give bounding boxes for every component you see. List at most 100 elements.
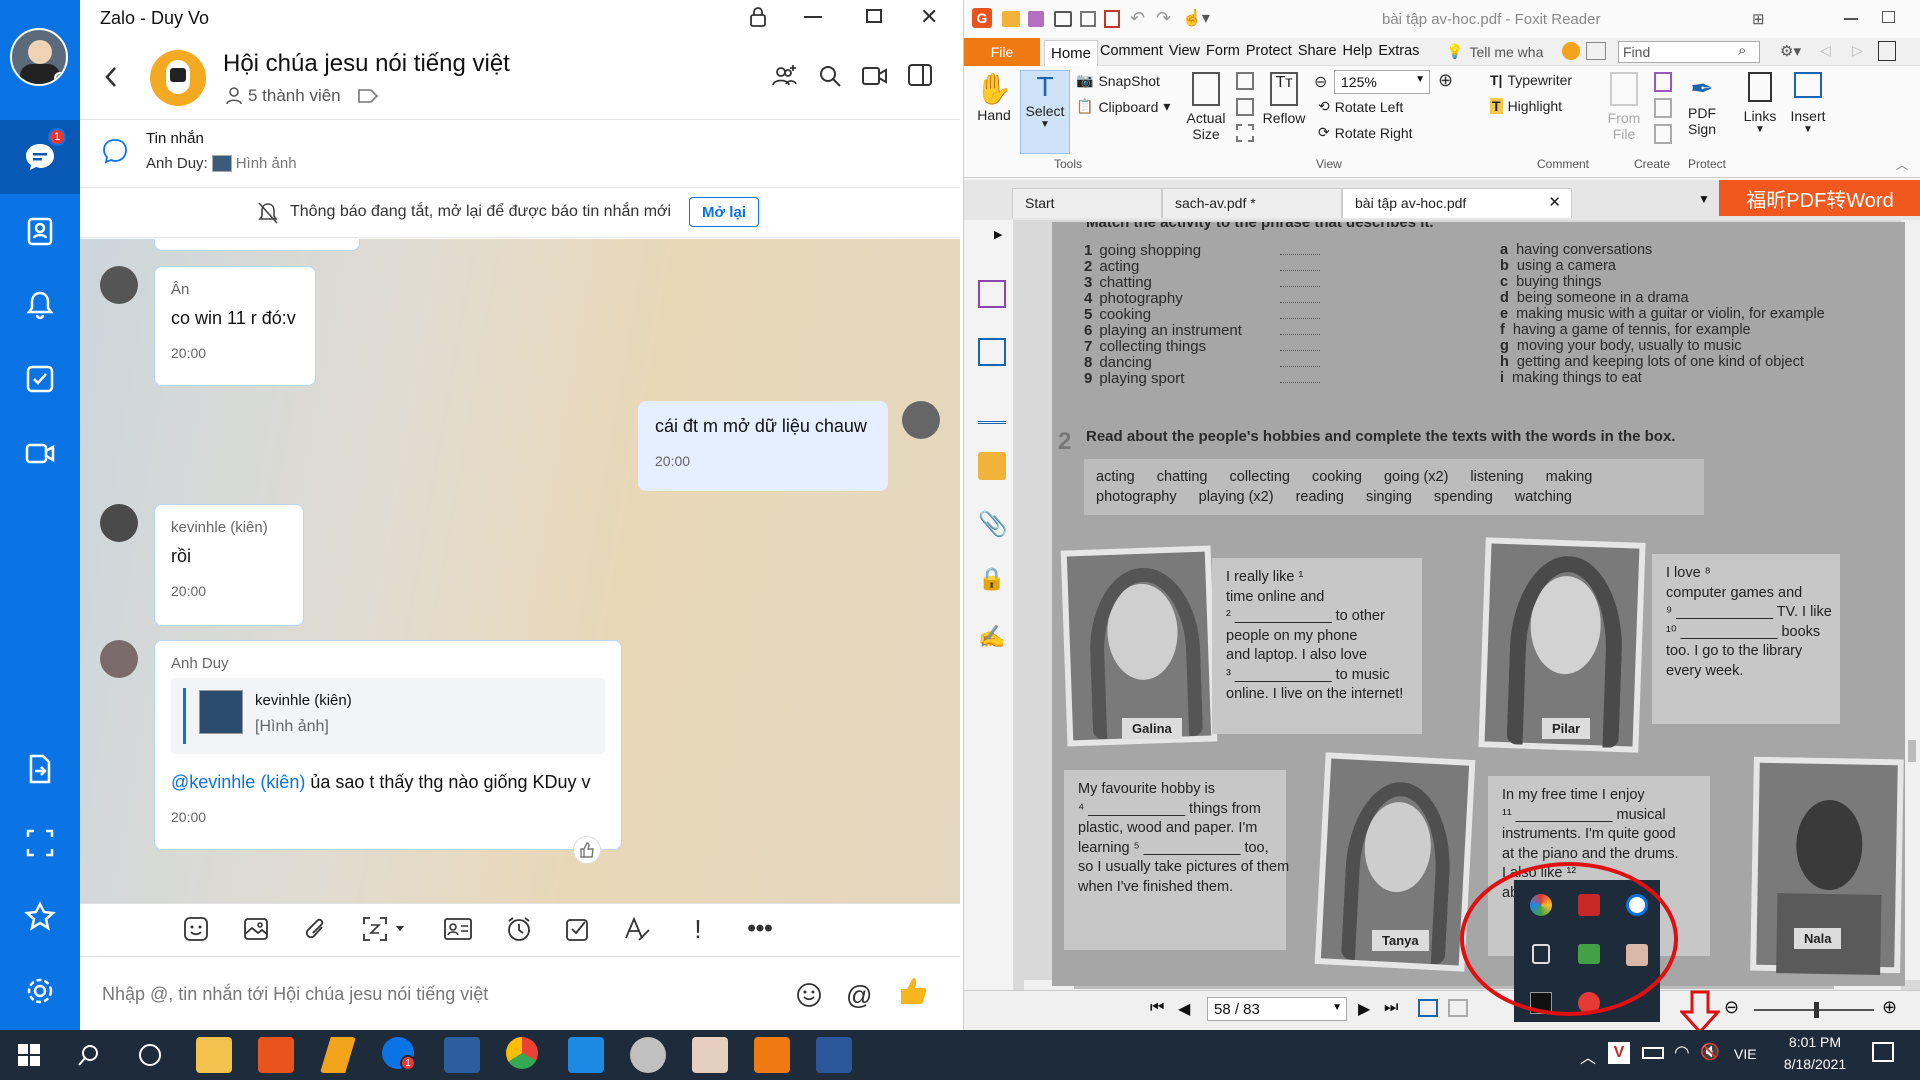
- nav-messages[interactable]: 1: [0, 120, 80, 194]
- zoom-in-icon[interactable]: ⊕: [1438, 70, 1453, 91]
- last-page-icon[interactable]: ⏭: [1384, 999, 1398, 1017]
- avatar-anh-duy[interactable]: [100, 640, 138, 678]
- fit-width-icon[interactable]: [1236, 98, 1254, 116]
- menu-view[interactable]: View: [1169, 43, 1200, 59]
- status-zoom-out-icon[interactable]: ⊖: [1724, 997, 1739, 1018]
- clock[interactable]: 8:01 PM 8/18/2021: [1770, 1034, 1860, 1072]
- first-page-icon[interactable]: ⏮: [1150, 999, 1164, 1017]
- reminder-icon[interactable]: [502, 912, 536, 946]
- task-icon[interactable]: [561, 912, 595, 946]
- like-reaction-button[interactable]: [573, 836, 601, 864]
- layers-icon[interactable]: [978, 396, 1006, 424]
- open-icon[interactable]: [1002, 11, 1020, 27]
- avatar-an[interactable]: [100, 266, 138, 304]
- highlight-button[interactable]: T Highlight: [1490, 98, 1562, 114]
- foxit-taskbar-icon[interactable]: [754, 1037, 790, 1073]
- quick-like-icon[interactable]: [898, 976, 928, 1006]
- sidebar-toggle-icon[interactable]: [908, 64, 932, 86]
- menu-help[interactable]: Help: [1343, 43, 1373, 59]
- page-view-icon[interactable]: [1418, 999, 1438, 1017]
- nav-settings[interactable]: [0, 954, 80, 1028]
- reflow-button[interactable]: Tт Reflow: [1262, 72, 1306, 126]
- attachments-icon[interactable]: 📎: [978, 510, 1008, 538]
- create-scan-icon[interactable]: [1654, 98, 1672, 118]
- capture-icon[interactable]: [359, 912, 411, 946]
- tab-start[interactable]: Start: [1012, 188, 1162, 218]
- avatar-kevinhle[interactable]: [100, 504, 138, 542]
- nav-contacts[interactable]: [0, 194, 80, 268]
- urgent-icon[interactable]: !: [681, 912, 715, 946]
- snapshot-button[interactable]: 📷 SnapShot: [1076, 72, 1160, 89]
- nav-files[interactable]: [0, 732, 80, 806]
- undo-icon[interactable]: ↶: [1130, 8, 1145, 29]
- quoted-message[interactable]: kevinhle (kiên) [Hình ảnh]: [171, 678, 605, 754]
- word-taskbar-icon[interactable]: [816, 1037, 852, 1073]
- security-icon[interactable]: 🔒: [978, 566, 1006, 594]
- battery-icon[interactable]: [1642, 1047, 1664, 1059]
- nav-video[interactable]: [0, 416, 80, 490]
- tab-close-icon[interactable]: ✕: [1548, 193, 1561, 211]
- foxit-maximize-button[interactable]: [1882, 11, 1895, 23]
- volume-muted-icon[interactable]: 🔇: [1700, 1042, 1720, 1062]
- blank-page-icon[interactable]: [1080, 11, 1096, 27]
- menu-file[interactable]: File: [964, 38, 1040, 66]
- pages-icon[interactable]: [978, 338, 1006, 366]
- attachment-icon[interactable]: [299, 912, 333, 946]
- actual-size-button[interactable]: Actual Size: [1184, 72, 1228, 142]
- tab-sach-av[interactable]: sach-av.pdf *: [1162, 188, 1342, 218]
- save-icon[interactable]: [1028, 11, 1044, 27]
- lock-icon[interactable]: [748, 6, 768, 28]
- settings-gear-icon[interactable]: ⚙▾: [1780, 42, 1801, 60]
- foxit-logo-icon[interactable]: G: [972, 8, 992, 28]
- close-button[interactable]: ✕: [920, 4, 938, 30]
- zoom-slider-thumb[interactable]: [1814, 1002, 1819, 1018]
- signature-panel-icon[interactable]: ✍: [978, 624, 1006, 652]
- avatar-self[interactable]: [902, 401, 940, 439]
- from-file-button[interactable]: From File: [1602, 72, 1646, 142]
- next-page-icon[interactable]: ▶: [1358, 999, 1370, 1019]
- bookmark-icon[interactable]: [978, 280, 1006, 308]
- message-input[interactable]: Nhập @, tin nhắn tới Hội chúa jesu nói t…: [102, 984, 488, 1005]
- clipboard-button[interactable]: 📋 Clipboard ▾: [1076, 98, 1170, 115]
- taskbar-search-icon[interactable]: [78, 1044, 100, 1066]
- print-icon[interactable]: [1054, 11, 1072, 27]
- cortana-icon[interactable]: [139, 1044, 161, 1066]
- fit-visible-icon[interactable]: [1236, 124, 1254, 142]
- mention-link[interactable]: @kevinhle (kiên): [171, 772, 305, 792]
- foxit-minimize-button[interactable]: [1844, 18, 1858, 20]
- new-file-icon[interactable]: [1104, 10, 1120, 28]
- message-bubble[interactable]: Ân co win 11 r đó:v 20:00: [154, 266, 316, 386]
- language-indicator[interactable]: VIE: [1734, 1046, 1757, 1062]
- contact-card-icon[interactable]: [441, 912, 475, 946]
- menu-home[interactable]: Home: [1044, 40, 1099, 66]
- status-zoom-in-icon[interactable]: ⊕: [1882, 997, 1897, 1018]
- layout-icon[interactable]: ⊞: [1752, 10, 1765, 28]
- sticker-icon[interactable]: [179, 912, 213, 946]
- redo-icon[interactable]: ↷: [1156, 8, 1171, 29]
- message-bubble[interactable]: kevinhle (kiên) rồi 20:00: [154, 504, 304, 626]
- nav-notifications[interactable]: [0, 268, 80, 342]
- more-icon[interactable]: •••: [740, 912, 780, 946]
- collapse-ribbon-icon[interactable]: ︿: [1896, 156, 1908, 173]
- expand-panel-icon[interactable]: ▶: [994, 228, 1002, 241]
- tray-vietkey-icon[interactable]: V: [1608, 1042, 1630, 1064]
- menu-share[interactable]: Share: [1298, 43, 1337, 59]
- message-bubble-reply[interactable]: Anh Duy kevinhle (kiên) [Hình ảnh] @kevi…: [154, 640, 622, 850]
- rotate-left-button[interactable]: ⟲ Rotate Left: [1318, 98, 1403, 115]
- group-avatar[interactable]: [150, 50, 206, 106]
- reopen-button[interactable]: Mở lại: [689, 197, 759, 227]
- image-icon[interactable]: [239, 912, 273, 946]
- typewriter-button[interactable]: T| Typewriter: [1490, 72, 1572, 88]
- two-page-view-icon[interactable]: [1448, 999, 1468, 1017]
- menu-extras[interactable]: Extras: [1378, 43, 1419, 59]
- zoom-out-icon[interactable]: ⊖: [1314, 72, 1327, 92]
- message-bubble-self[interactable]: cái đt m mở dữ liệu chauw 20:00: [638, 401, 888, 491]
- prev-result-icon[interactable]: ◁: [1820, 42, 1831, 59]
- tell-me-box[interactable]: 💡 Tell me wha: [1446, 43, 1543, 60]
- message-list[interactable]: Ân co win 11 r đó:v 20:00 cái đt m mở dữ…: [80, 239, 960, 903]
- video-call-icon[interactable]: [862, 66, 888, 86]
- network-app-icon[interactable]: [444, 1037, 480, 1073]
- create-blank-icon[interactable]: [1654, 72, 1672, 92]
- menu-comment[interactable]: Comment: [1100, 43, 1163, 59]
- member-count[interactable]: 5 thành viên: [226, 86, 379, 106]
